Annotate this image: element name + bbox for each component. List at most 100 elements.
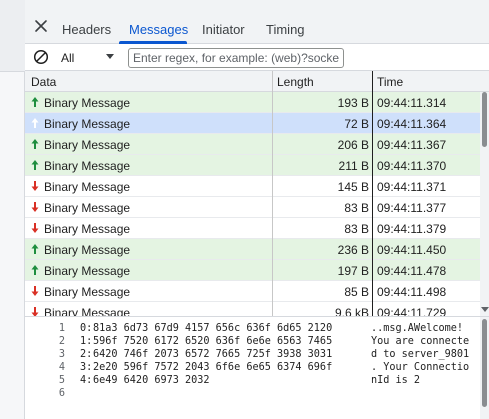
- arrow-up-icon: [31, 160, 39, 170]
- tab-headers[interactable]: Headers: [62, 22, 111, 37]
- table-row[interactable]: Binary Message 206 B 09:44:11.367: [25, 134, 480, 155]
- message-data: Binary Message: [44, 96, 131, 110]
- message-time: 09:44:11.364: [377, 117, 447, 131]
- table-row[interactable]: Binary Message 83 B 09:44:11.379: [25, 218, 480, 239]
- grid-scrollbar-thumb[interactable]: [482, 92, 487, 147]
- line-number: 2: [58, 336, 65, 347]
- column-divider[interactable]: [372, 71, 373, 316]
- detail-tabs-bar: Headers Messages Initiator Timing: [25, 0, 489, 44]
- message-length: 9.6 kB: [334, 306, 369, 316]
- filter-regex-input[interactable]: [128, 48, 344, 68]
- hex-bytes: 6420 746f 2073 6572 7665 725f 3938 3031: [93, 349, 333, 360]
- left-panel-edge: [0, 0, 25, 419]
- message-data: Binary Message: [44, 117, 131, 131]
- binary-message-view: 1 0: 81a3 6d73 67d9 4157 656c 636f 6d65 21…: [25, 316, 489, 419]
- hex-offset: 2:: [80, 349, 93, 360]
- scroll-down-icon[interactable]: [481, 307, 489, 312]
- arrow-up-icon: [31, 118, 39, 128]
- message-type-select[interactable]: All: [61, 51, 74, 65]
- column-header-data[interactable]: Data: [31, 75, 56, 89]
- message-data: Binary Message: [44, 306, 131, 316]
- table-row[interactable]: Binary Message 72 B 09:44:11.364: [25, 113, 480, 134]
- arrow-down-icon: [31, 307, 39, 316]
- message-data: Binary Message: [44, 243, 131, 257]
- message-time: 09:44:11.377: [377, 201, 447, 215]
- message-length: 197 B: [337, 264, 369, 278]
- line-number: 1: [58, 323, 65, 334]
- arrow-down-icon: [31, 181, 39, 191]
- hex-offset: 1:: [80, 336, 93, 347]
- arrow-up-icon: [31, 265, 39, 275]
- hex-ascii: You are connecte: [371, 336, 470, 347]
- messages-grid: Data Length Time Binary Message 193 B 09:4…: [25, 71, 489, 316]
- message-data: Binary Message: [44, 264, 131, 278]
- column-header-length[interactable]: Length: [277, 75, 314, 89]
- message-length: 83 B: [344, 222, 369, 236]
- message-time: 09:44:11.314: [377, 96, 447, 110]
- hex-line: 5 4: 6e49 6420 6973 2032 nId is 2: [25, 375, 480, 388]
- tab-initiator[interactable]: Initiator: [202, 22, 245, 37]
- message-time: 09:44:11.478: [377, 264, 447, 278]
- close-icon[interactable]: [34, 19, 48, 33]
- hex-line: 1 0: 81a3 6d73 67d9 4157 656c 636f 6d65 21…: [25, 323, 480, 336]
- hex-line: 6: [25, 388, 480, 401]
- message-data: Binary Message: [44, 285, 131, 299]
- hex-line: 3 2: 6420 746f 2073 6572 7665 725f 3938 30…: [25, 349, 480, 362]
- message-length: 206 B: [337, 138, 369, 152]
- line-number: 6: [58, 388, 65, 399]
- message-time: 09:44:11.498: [377, 285, 447, 299]
- column-header-time[interactable]: Time: [377, 75, 403, 89]
- message-data: Binary Message: [44, 159, 131, 173]
- line-number: 4: [58, 362, 65, 373]
- table-row[interactable]: Binary Message 197 B 09:44:11.478: [25, 260, 480, 281]
- table-row[interactable]: Binary Message 236 B 09:44:11.450: [25, 239, 480, 260]
- hex-ascii: nId is 2: [371, 375, 421, 386]
- message-length: 85 B: [344, 285, 369, 299]
- hex-scrollbar[interactable]: [480, 317, 489, 419]
- hex-offset: 3:: [80, 362, 93, 373]
- message-length: 145 B: [337, 180, 369, 194]
- hex-offset: 4:: [80, 375, 93, 386]
- hex-ascii: d to server_9801: [371, 349, 470, 360]
- hex-bytes: 2e20 596f 7572 2043 6f6e 6e65 6374 696f: [93, 362, 333, 373]
- arrow-down-icon: [31, 202, 39, 212]
- message-data: Binary Message: [44, 201, 131, 215]
- hex-scrollbar-thumb[interactable]: [482, 319, 487, 407]
- clear-messages-icon[interactable]: [33, 49, 49, 65]
- hex-bytes: 81a3 6d73 67d9 4157 656c 636f 6d65 2120: [93, 323, 333, 334]
- column-divider[interactable]: [272, 71, 273, 316]
- message-data: Binary Message: [44, 222, 131, 236]
- messages-filter-bar: All: [25, 44, 489, 71]
- table-row[interactable]: Binary Message 9.6 kB 09:44:11.729: [25, 302, 480, 316]
- hex-ascii: . Your Connectio: [371, 362, 470, 373]
- hex-ascii: ..msg.AWelcome!: [371, 323, 464, 334]
- table-row[interactable]: Binary Message 85 B 09:44:11.498: [25, 281, 480, 302]
- arrow-up-icon: [31, 244, 39, 254]
- message-time: 09:44:11.370: [377, 159, 447, 173]
- grid-scrollbar[interactable]: [480, 92, 489, 316]
- table-row[interactable]: Binary Message 193 B 09:44:11.314: [25, 92, 480, 113]
- table-row[interactable]: Binary Message 83 B 09:44:11.377: [25, 197, 480, 218]
- hex-bytes: 6e49 6420 6973 2032: [93, 375, 210, 386]
- tab-messages[interactable]: Messages: [129, 22, 188, 37]
- message-time: 09:44:11.379: [377, 222, 447, 236]
- message-time: 09:44:11.450: [377, 243, 447, 257]
- arrow-down-icon: [31, 286, 39, 296]
- line-number: 5: [58, 375, 65, 386]
- message-length: 72 B: [344, 117, 369, 131]
- grid-header: Data Length Time: [25, 71, 489, 92]
- tab-timing[interactable]: Timing: [266, 22, 305, 37]
- chevron-down-icon[interactable]: [106, 54, 114, 59]
- line-number: 3: [58, 349, 65, 360]
- left-panel-header: [0, 0, 25, 72]
- table-row[interactable]: Binary Message 145 B 09:44:11.371: [25, 176, 480, 197]
- message-data: Binary Message: [44, 138, 131, 152]
- message-time: 09:44:11.729: [377, 306, 447, 316]
- message-length: 211 B: [338, 159, 369, 173]
- message-length: 193 B: [337, 96, 369, 110]
- hex-line: 4 3: 2e20 596f 7572 2043 6f6e 6e65 6374 69…: [25, 362, 480, 375]
- hex-line: 2 1: 596f 7520 6172 6520 636f 6e6e 6563 74…: [25, 336, 480, 349]
- table-row[interactable]: Binary Message 211 B 09:44:11.370: [25, 155, 480, 176]
- message-length: 83 B: [344, 201, 369, 215]
- message-data: Binary Message: [44, 180, 131, 194]
